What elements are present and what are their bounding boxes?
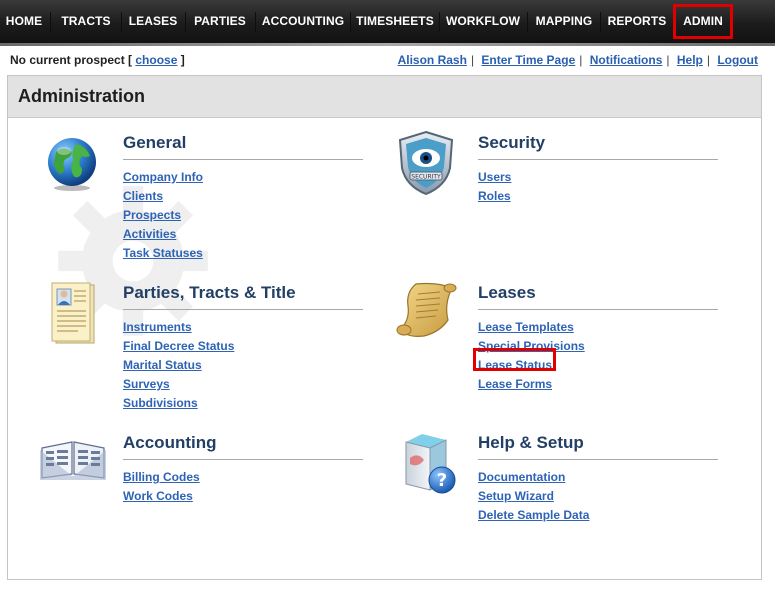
section-title-leases: Leases bbox=[478, 283, 718, 310]
nav-separator bbox=[527, 12, 528, 32]
nav-tracts[interactable]: TRACTS bbox=[52, 0, 120, 43]
security-shield-icon: SECURITY bbox=[398, 130, 454, 196]
link-lease-templates[interactable]: Lease Templates bbox=[478, 318, 718, 337]
link-billing-codes[interactable]: Billing Codes bbox=[123, 468, 363, 487]
section-parties-tracts-title: Parties, Tracts & Title Instruments Fina… bbox=[123, 283, 363, 413]
user-links: Alison Rash | Enter Time Page | Notificati… bbox=[397, 53, 758, 67]
section-accounting: Accounting Billing Codes Work Codes bbox=[123, 433, 363, 506]
choose-prospect-link[interactable]: choose bbox=[135, 53, 177, 67]
administration-panel: Administration General Company Info Clie… bbox=[7, 75, 762, 580]
nav-leases[interactable]: LEASES bbox=[123, 0, 183, 43]
link-marital-status[interactable]: Marital Status bbox=[123, 356, 363, 375]
help-link[interactable]: Help bbox=[677, 53, 703, 67]
globe-icon bbox=[48, 138, 96, 191]
link-setup-wizard[interactable]: Setup Wizard bbox=[478, 487, 718, 506]
svg-text:SECURITY: SECURITY bbox=[411, 174, 441, 181]
nav-accounting[interactable]: ACCOUNTING bbox=[257, 0, 349, 43]
link-roles[interactable]: Roles bbox=[478, 187, 718, 206]
link-users[interactable]: Users bbox=[478, 168, 718, 187]
lease-status-highlight-box bbox=[473, 348, 556, 371]
nav-separator bbox=[255, 12, 256, 32]
enter-time-page-link[interactable]: Enter Time Page bbox=[481, 53, 575, 67]
link-company-info[interactable]: Company Info bbox=[123, 168, 363, 187]
prospect-text: No current prospect [ bbox=[10, 53, 133, 67]
link-final-decree-status[interactable]: Final Decree Status bbox=[123, 337, 363, 356]
top-navigation-bar: HOME TRACTS LEASES PARTIES ACCOUNTING TI… bbox=[0, 0, 775, 46]
nav-mapping[interactable]: MAPPING bbox=[529, 0, 599, 43]
nav-timesheets[interactable]: TIMESHEETS bbox=[352, 0, 438, 43]
link-clients[interactable]: Clients bbox=[123, 187, 363, 206]
nav-reports[interactable]: REPORTS bbox=[602, 0, 672, 43]
link-documentation[interactable]: Documentation bbox=[478, 468, 718, 487]
help-box-icon: ? bbox=[405, 434, 456, 494]
section-help-setup: Help & Setup Documentation Setup Wizard … bbox=[478, 433, 718, 525]
nav-separator bbox=[600, 12, 601, 32]
link-delete-sample-data[interactable]: Delete Sample Data bbox=[478, 506, 718, 525]
nav-separator bbox=[121, 12, 122, 32]
link-work-codes[interactable]: Work Codes bbox=[123, 487, 363, 506]
nav-separator bbox=[185, 12, 186, 32]
section-security: Security Users Roles bbox=[478, 133, 718, 206]
link-instruments[interactable]: Instruments bbox=[123, 318, 363, 337]
panel-title: Administration bbox=[8, 76, 761, 118]
nav-home[interactable]: HOME bbox=[0, 0, 48, 43]
admin-highlight-box bbox=[673, 4, 733, 39]
section-title-help: Help & Setup bbox=[478, 433, 718, 460]
prospect-status: No current prospect [ choose ] bbox=[10, 53, 185, 67]
section-leases: Leases Lease Templates Special Provision… bbox=[478, 283, 718, 394]
link-subdivisions[interactable]: Subdivisions bbox=[123, 394, 363, 413]
nav-workflow[interactable]: WORKFLOW bbox=[441, 0, 525, 43]
section-title-accounting: Accounting bbox=[123, 433, 363, 460]
link-prospects[interactable]: Prospects bbox=[123, 206, 363, 225]
svg-text:?: ? bbox=[437, 470, 447, 491]
section-title-general: General bbox=[123, 133, 363, 160]
document-person-icon bbox=[51, 282, 95, 344]
prospect-close: ] bbox=[180, 53, 185, 67]
user-name-link[interactable]: Alison Rash bbox=[398, 53, 467, 67]
status-bar: No current prospect [ choose ] Alison Ra… bbox=[0, 49, 775, 71]
link-lease-forms[interactable]: Lease Forms bbox=[478, 375, 718, 394]
scroll-icon bbox=[396, 282, 457, 337]
logout-link[interactable]: Logout bbox=[717, 53, 758, 67]
section-general: General Company Info Clients Prospects A… bbox=[123, 133, 363, 263]
nav-bottom-strip bbox=[0, 43, 775, 46]
link-surveys[interactable]: Surveys bbox=[123, 375, 363, 394]
nav-separator bbox=[350, 12, 351, 32]
nav-separator bbox=[50, 12, 51, 32]
open-book-icon bbox=[40, 441, 106, 480]
section-title-security: Security bbox=[478, 133, 718, 160]
link-task-statuses[interactable]: Task Statuses bbox=[123, 244, 363, 263]
notifications-link[interactable]: Notifications bbox=[590, 53, 663, 67]
nav-parties[interactable]: PARTIES bbox=[187, 0, 253, 43]
link-activities[interactable]: Activities bbox=[123, 225, 363, 244]
section-title-parties: Parties, Tracts & Title bbox=[123, 283, 363, 310]
nav-separator bbox=[439, 12, 440, 32]
